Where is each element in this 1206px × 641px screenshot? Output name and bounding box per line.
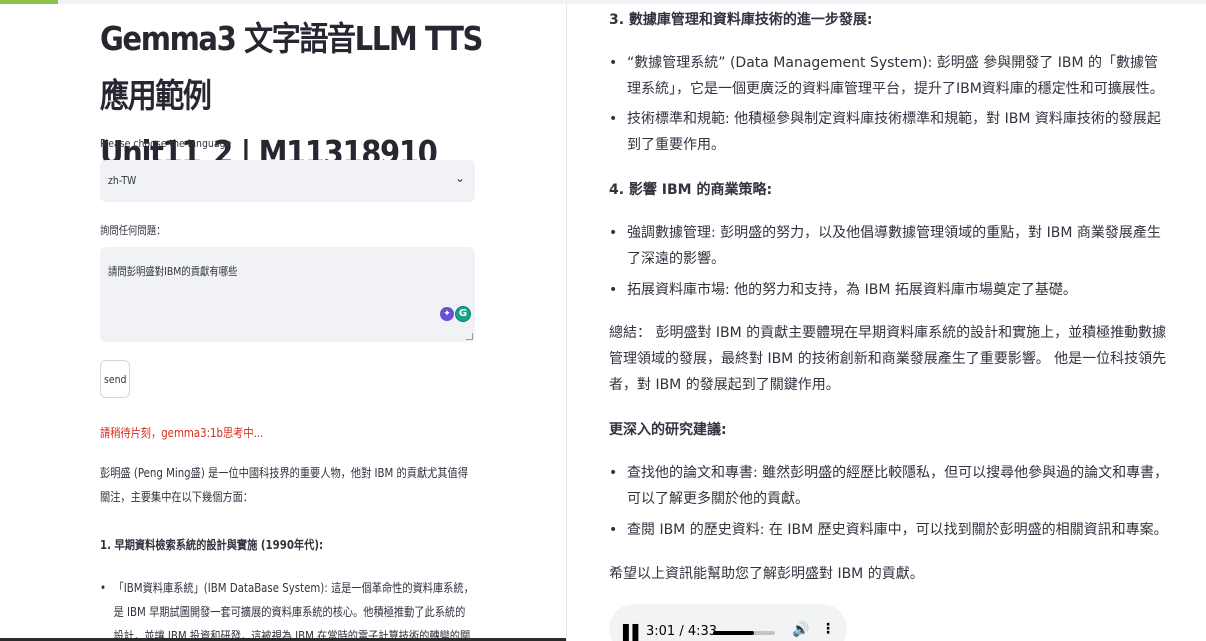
volume-icon[interactable]: 🔊 [792, 622, 809, 638]
bullet-icon: • [609, 55, 618, 71]
audio-progress-track[interactable] [713, 631, 775, 635]
status-message-text: 請稍待片刻，gemma3:1b思考中... [100, 426, 264, 440]
send-button-label: send [103, 372, 127, 386]
resize-handle-icon[interactable] [466, 333, 473, 340]
bullet-icon: • [609, 111, 618, 127]
language-label: Please choose the language [100, 137, 232, 150]
section4-heading: 4. 影響 IBM 的商業策略: [609, 182, 773, 198]
send-button[interactable]: send [100, 360, 130, 398]
list-item: • 技術標準和規範: 他積極參與制定資料庫技術標準和規範，對 IBM 資料庫技術… [609, 106, 1169, 158]
list-item: • 查閱 IBM 的歷史資料: 在 IBM 歷史資料庫中，可以找到關於彭明盛的相… [609, 517, 1169, 543]
bullet-icon: • [100, 581, 107, 595]
bullet-icon: • [609, 282, 618, 298]
bullet-data-management: “數據管理系統” (Data Management System): 彭明盛 參… [627, 55, 1164, 97]
response-intro: 彭明盛 (Peng Ming盛) 是一位中國科技界的重要人物，他對 IBM 的貢… [100, 466, 468, 504]
section1-heading: 1. 早期資料檢索系統的設計與實施 (1990年代): [100, 536, 362, 553]
list-item: • 查找他的論文和專書: 雖然彭明盛的經歷比較隱私，但可以搜尋他參與過的論文和專… [609, 460, 1169, 512]
bullet-history: 查閱 IBM 的歷史資料: 在 IBM 歷史資料庫中，可以找到關於彭明盛的相關資… [627, 522, 1168, 538]
bullet-icon: • [609, 522, 618, 538]
list-item: • 拓展資料庫市場: 他的努力和支持，為 IBM 拓展資料庫市場奠定了基礎。 [609, 277, 1169, 303]
bullet-data-focus: 強調數據管理: 彭明盛的努力，以及他倡導數據管理領域的重點，對 IBM 商業發展… [627, 225, 1161, 267]
bullet-standards: 技術標準和規範: 他積極參與制定資料庫技術標準和規範，對 IBM 資料庫技術的發… [627, 111, 1161, 153]
left-screenshot-pane: Gemma3 文字語音LLM TTS應用範例 Unit11_2 | M11318… [0, 4, 566, 641]
bullet-icon: • [609, 225, 618, 241]
bullet-icon: • [609, 465, 618, 481]
page-title-line1: Gemma3 文字語音LLM TTS應用範例 [100, 19, 483, 115]
research-heading: 更深入的研究建議: [609, 422, 727, 438]
list-item: • 強調數據管理: 彭明盛的努力，以及他倡導數據管理領域的重點，對 IBM 商業… [609, 220, 1169, 272]
bullet-papers: 查找他的論文和專書: 雖然彭明盛的經歷比較隱私，但可以搜尋他參與過的論文和專書，… [627, 465, 1169, 507]
more-vertical-icon[interactable]: ⋮ [821, 621, 835, 637]
grammarly-icon[interactable]: G [455, 306, 471, 322]
language-select-value: zh-TW [108, 174, 137, 187]
extension-icon[interactable]: ✦ [440, 307, 454, 321]
right-screenshot-pane: 3. 數據庫管理和資料庫技術的進一步發展: • “數據管理系統” (Data M… [567, 4, 1206, 641]
section3-heading: 3. 數據庫管理和資料庫技術的進一步發展: [609, 12, 873, 28]
question-textarea[interactable]: 請問彭明盛對IBM的貢獻有哪些 ✦ G [100, 247, 475, 342]
closing-text: 希望以上資訊能幫助您了解彭明盛對 IBM 的貢獻。 [609, 566, 924, 582]
page-title: Gemma3 文字語音LLM TTS應用範例 Unit11_2 | M11318… [100, 10, 487, 181]
question-label: 詢問任何問題： [100, 224, 166, 237]
section1-heading-text: 1. 早期資料檢索系統的設計與實施 (1990年代): [100, 538, 324, 552]
list-item: • “數據管理系統” (Data Management System): 彭明盛… [609, 50, 1169, 102]
list-item: • 「IBM資料庫系統」(IBM DataBase System): 這是一個革… [100, 576, 474, 641]
language-select[interactable]: zh-TW ⌄ [100, 160, 475, 202]
audio-time: 3:01 / 4:33 [646, 624, 718, 639]
audio-player[interactable]: ▌▌ 3:01 / 4:33 🔊 ⋮ [609, 604, 847, 641]
bullet-market: 拓展資料庫市場: 他的努力和支持，為 IBM 拓展資料庫市場奠定了基礎。 [627, 282, 1077, 298]
pause-icon[interactable]: ▌▌ [623, 624, 644, 641]
chevron-down-icon: ⌄ [454, 171, 465, 185]
section1-bullet-text: 「IBM資料庫系統」(IBM DataBase System): 這是一個革命性… [113, 581, 474, 641]
question-textarea-value: 請問彭明盛對IBM的貢獻有哪些 [108, 265, 238, 278]
summary-paragraph: 總結： 彭明盛對 IBM 的貢獻主要體現在早期資料庫系統的設計和實施上，並積極推… [609, 325, 1167, 393]
audio-progress-fill [713, 631, 755, 635]
status-message: 請稍待片刻，gemma3:1b思考中... [100, 424, 292, 441]
